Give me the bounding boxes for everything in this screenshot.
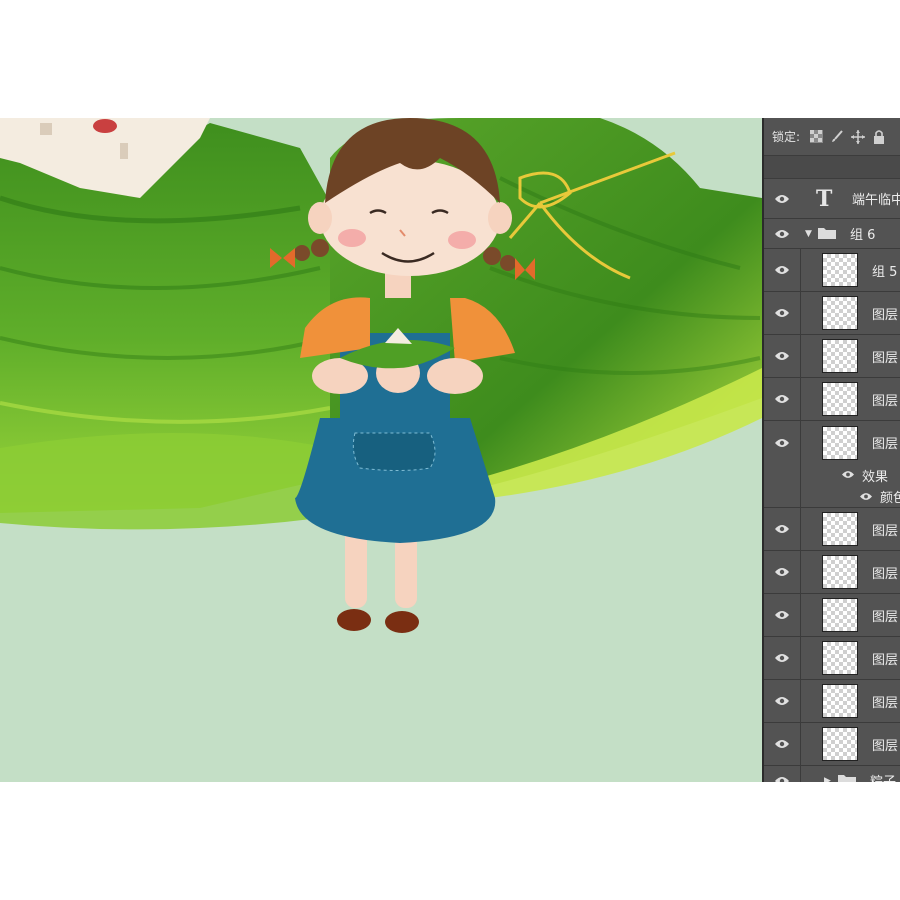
layer-thumbnail xyxy=(822,425,858,460)
layer-name: 组 5 xyxy=(872,264,898,280)
visibility-eye-icon[interactable] xyxy=(764,508,800,550)
expand-triangle-down-icon[interactable]: ▼ xyxy=(805,229,812,239)
visibility-eye-icon[interactable] xyxy=(764,219,800,248)
lock-toolbar: 锁定: xyxy=(764,118,900,156)
layer-name: 图层 xyxy=(872,652,899,668)
layer-row[interactable]: 图层 xyxy=(764,723,900,766)
effect-item-label: 颜色 xyxy=(880,491,900,506)
text-layer-icon: T xyxy=(816,185,833,212)
layer-thumbnail xyxy=(822,253,858,287)
layer-row[interactable]: 图层 xyxy=(764,292,900,335)
panel-header-spacer xyxy=(764,156,900,179)
visibility-eye-icon[interactable] xyxy=(764,766,800,782)
layer-row[interactable]: 图层 xyxy=(764,421,900,464)
illustration xyxy=(0,118,762,633)
layer-thumbnail xyxy=(822,727,858,761)
layer-thumbnail xyxy=(822,641,858,675)
effect-eye-icon[interactable] xyxy=(860,490,872,504)
layer-group-row[interactable]: ▶ 粽子 xyxy=(764,766,900,782)
document-canvas[interactable] xyxy=(0,118,762,782)
layer-row[interactable]: 组 5 xyxy=(764,249,900,292)
folder-icon xyxy=(818,226,836,242)
layer-name: 图层 xyxy=(872,307,899,323)
layer-thumbnail xyxy=(822,598,858,632)
visibility-eye-icon[interactable] xyxy=(764,680,800,722)
layer-group-row[interactable]: ▼ 组 6 xyxy=(764,219,900,249)
expand-triangle-right-icon[interactable]: ▶ xyxy=(824,776,831,783)
visibility-eye-icon[interactable] xyxy=(764,421,800,464)
layer-row[interactable]: 图层 xyxy=(764,378,900,421)
layer-thumbnail xyxy=(822,512,858,546)
layer-row[interactable]: 图层 xyxy=(764,508,900,551)
layer-thumbnail xyxy=(822,382,858,416)
layer-name: 粽子 xyxy=(870,771,896,782)
layer-effects-row[interactable]: 效果 xyxy=(764,464,900,486)
visibility-eye-icon[interactable] xyxy=(764,378,800,420)
effects-eye-icon[interactable] xyxy=(842,468,854,482)
visibility-eye-icon[interactable] xyxy=(764,179,800,218)
layer-name: 组 6 xyxy=(850,228,876,243)
layer-name: 端午临中 xyxy=(852,193,900,208)
layer-name: 图层 xyxy=(872,566,899,582)
layer-row[interactable]: 图层 xyxy=(764,594,900,637)
effect-item-row[interactable]: 颜色 xyxy=(764,486,900,508)
lock-brush-icon[interactable] xyxy=(830,129,844,144)
visibility-eye-icon[interactable] xyxy=(764,551,800,593)
layer-row[interactable]: 图层 xyxy=(764,335,900,378)
visibility-eye-icon[interactable] xyxy=(764,249,800,291)
visibility-eye-icon[interactable] xyxy=(764,292,800,334)
layer-name: 图层 xyxy=(872,393,899,409)
layer-name: 图层 xyxy=(872,695,899,711)
layer-row-text[interactable]: T 端午临中 xyxy=(764,179,900,219)
layer-name: 图层 xyxy=(872,609,899,625)
layer-row[interactable]: 图层 xyxy=(764,680,900,723)
layer-thumbnail xyxy=(822,555,858,589)
visibility-eye-icon[interactable] xyxy=(764,637,800,679)
lock-transparent-icon[interactable] xyxy=(809,130,823,144)
effects-label: 效果 xyxy=(862,469,889,485)
lock-all-icon[interactable] xyxy=(872,129,886,144)
layers-panel: 锁定: T 端午临中 ▼ 组 6 组 5 图层 图层 图层 图层 效果 颜 图层… xyxy=(762,118,900,782)
visibility-eye-icon[interactable] xyxy=(764,335,800,377)
layer-name: 图层 xyxy=(872,437,899,452)
folder-icon xyxy=(838,773,856,782)
layer-thumbnail xyxy=(822,296,858,330)
layer-name: 图层 xyxy=(872,523,899,539)
lock-move-icon[interactable] xyxy=(851,129,866,144)
layer-row[interactable]: 图层 xyxy=(764,551,900,594)
lock-label: 锁定: xyxy=(772,130,801,144)
zongzi-left xyxy=(0,118,350,530)
layer-thumbnail xyxy=(822,684,858,718)
visibility-eye-icon[interactable] xyxy=(764,594,800,636)
layer-name: 图层 xyxy=(872,350,899,366)
layer-row[interactable]: 图层 xyxy=(764,637,900,680)
layer-thumbnail xyxy=(822,339,858,373)
visibility-eye-icon[interactable] xyxy=(764,723,800,765)
layer-name: 图层 xyxy=(872,738,899,754)
